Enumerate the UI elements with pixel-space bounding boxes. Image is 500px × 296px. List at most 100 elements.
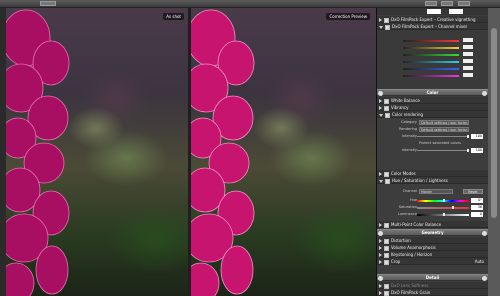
toolbar-field-2[interactable] — [441, 1, 453, 6]
checkbox-icon[interactable] — [384, 283, 389, 289]
disclosure-triangle-icon[interactable] — [379, 260, 382, 264]
disclosure-triangle-icon[interactable] — [379, 284, 382, 288]
slider-knob[interactable] — [452, 206, 454, 209]
channel-row: Channel Master Reset — [377, 188, 488, 195]
channel-label: Channel — [402, 189, 417, 193]
toolbar-field-1[interactable] — [425, 1, 437, 6]
disclosure-triangle-icon[interactable] — [379, 25, 383, 29]
palette-filmpack-grain[interactable]: DxO FilmPack Grain — [377, 289, 488, 296]
checkbox-icon[interactable] — [384, 98, 389, 104]
section-color-label: Color — [426, 90, 439, 95]
section-color[interactable]: Color — [377, 89, 488, 96]
checkbox-icon[interactable] — [385, 178, 390, 184]
rendering-label: Rendering — [399, 127, 417, 131]
palette-filmpack-vignetting[interactable]: DxO FilmPack Expert – Creative vignettin… — [377, 16, 488, 23]
disclosure-triangle-icon[interactable] — [379, 18, 382, 22]
checkbox-icon[interactable] — [385, 24, 390, 30]
top-field-b[interactable] — [449, 9, 463, 14]
viewer-as-shot[interactable]: As shot — [6, 8, 188, 296]
disclosure-triangle-icon[interactable] — [379, 179, 383, 183]
panel-scrollbar[interactable] — [488, 8, 500, 296]
rendering-row: Rendering Default settings (raw: factor.… — [377, 126, 488, 133]
category-select[interactable]: Default settings (raw: factor... — [419, 120, 469, 125]
checkbox-icon[interactable] — [384, 105, 389, 111]
palette-hsl[interactable]: Hue / Saturation / Lightness — [377, 177, 488, 184]
slider-knob[interactable] — [467, 149, 469, 152]
disclosure-triangle-icon[interactable] — [379, 253, 382, 257]
checkbox-icon[interactable] — [384, 259, 389, 265]
disclosure-triangle-icon[interactable] — [379, 99, 382, 103]
section-collapse-icon[interactable] — [482, 276, 487, 281]
disclosure-triangle-icon[interactable] — [379, 106, 382, 110]
luminance-slider[interactable] — [417, 213, 469, 216]
protect-intensity-value[interactable]: 100 — [471, 148, 483, 153]
mixer-value[interactable] — [463, 66, 473, 70]
channel-mixer-sliders[interactable] — [395, 38, 480, 77]
disclosure-triangle-icon[interactable] — [379, 239, 382, 243]
checkbox-icon[interactable] — [384, 222, 389, 228]
disclosure-triangle-icon[interactable] — [379, 113, 383, 117]
slider-knob[interactable] — [443, 213, 445, 216]
saturation-value[interactable]: 36 — [471, 205, 483, 210]
channel-select[interactable]: Master — [419, 189, 453, 194]
checkbox-icon[interactable] — [384, 17, 389, 23]
checkbox-icon[interactable] — [384, 171, 389, 177]
palette-vibrancy[interactable]: Vibrancy — [377, 104, 488, 111]
checkbox-icon[interactable] — [384, 245, 389, 251]
section-menu-icon[interactable] — [378, 276, 383, 281]
section-menu-icon[interactable] — [378, 231, 383, 236]
section-menu-icon[interactable] — [378, 91, 383, 96]
checkbox-icon[interactable] — [384, 238, 389, 244]
palette-label: DxO FilmPack Grain — [391, 290, 431, 295]
checkbox-icon[interactable] — [384, 290, 389, 296]
palette-color-rendering[interactable]: Color rendering — [377, 111, 488, 118]
palette-white-balance[interactable]: White Balance — [377, 97, 488, 104]
hue-slider[interactable] — [417, 199, 469, 202]
palette-multi-point[interactable]: Multi-Point Color Balance — [377, 221, 488, 228]
palette-label: White Balance — [391, 98, 420, 103]
luminance-value[interactable]: 0 — [471, 212, 483, 217]
intensity-slider[interactable] — [417, 135, 469, 138]
mixer-value[interactable] — [463, 45, 473, 49]
mixer-value[interactable] — [463, 52, 473, 56]
intensity-row: Intensity 100 — [377, 133, 488, 140]
section-collapse-icon[interactable] — [482, 231, 487, 236]
top-field-a[interactable] — [427, 9, 441, 14]
mixer-value[interactable] — [463, 38, 473, 42]
disclosure-triangle-icon[interactable] — [379, 291, 382, 295]
hue-value[interactable]: 0° — [471, 198, 483, 203]
flower-petals-right — [191, 9, 255, 296]
viewer-correction-preview[interactable]: Correction Preview — [191, 8, 376, 296]
toolbar-field-3[interactable] — [458, 1, 470, 6]
disclosure-triangle-icon[interactable] — [379, 223, 382, 227]
rendering-select[interactable]: Default settings (raw: factor... — [419, 127, 469, 132]
section-collapse-icon[interactable] — [482, 91, 487, 96]
intensity-value[interactable]: 100 — [471, 134, 483, 139]
section-detail[interactable]: Detail — [377, 274, 488, 281]
palette-crop[interactable]: Crop Auto — [377, 258, 488, 265]
zoom-field[interactable] — [40, 1, 56, 6]
palette-volume-anamorphosis[interactable]: Volume Anamorphosis — [377, 244, 488, 251]
protect-intensity-slider[interactable] — [417, 149, 469, 152]
disclosure-triangle-icon[interactable] — [379, 246, 382, 250]
crop-value: Auto — [474, 259, 484, 264]
mixer-value[interactable] — [463, 59, 473, 63]
checkbox-icon[interactable] — [384, 252, 389, 258]
reset-button[interactable]: Reset — [463, 189, 483, 194]
palette-distortion[interactable]: Distortion — [377, 237, 488, 244]
palette-label: Distortion — [391, 238, 411, 243]
section-detail-label: Detail — [425, 275, 440, 280]
disclosure-triangle-icon[interactable] — [379, 172, 382, 176]
palette-label: Color rendering — [392, 112, 424, 117]
saturation-slider[interactable] — [417, 206, 469, 209]
palette-channel-mixer[interactable]: DxO FilmPack Expert – Channel mixer — [377, 23, 488, 30]
checkbox-icon[interactable] — [385, 112, 390, 118]
scrollbar-thumb[interactable] — [491, 28, 497, 218]
section-geometry[interactable]: Geometry — [377, 229, 488, 236]
palette-color-modes[interactable]: Color Modes — [377, 170, 488, 177]
slider-knob[interactable] — [443, 199, 445, 202]
mixer-value[interactable] — [463, 73, 473, 77]
palette-lens-softness[interactable]: DxO Lens Softness — [377, 282, 488, 289]
slider-knob[interactable] — [467, 135, 469, 138]
palette-keystoning[interactable]: Keystoning / Horizon — [377, 251, 488, 258]
